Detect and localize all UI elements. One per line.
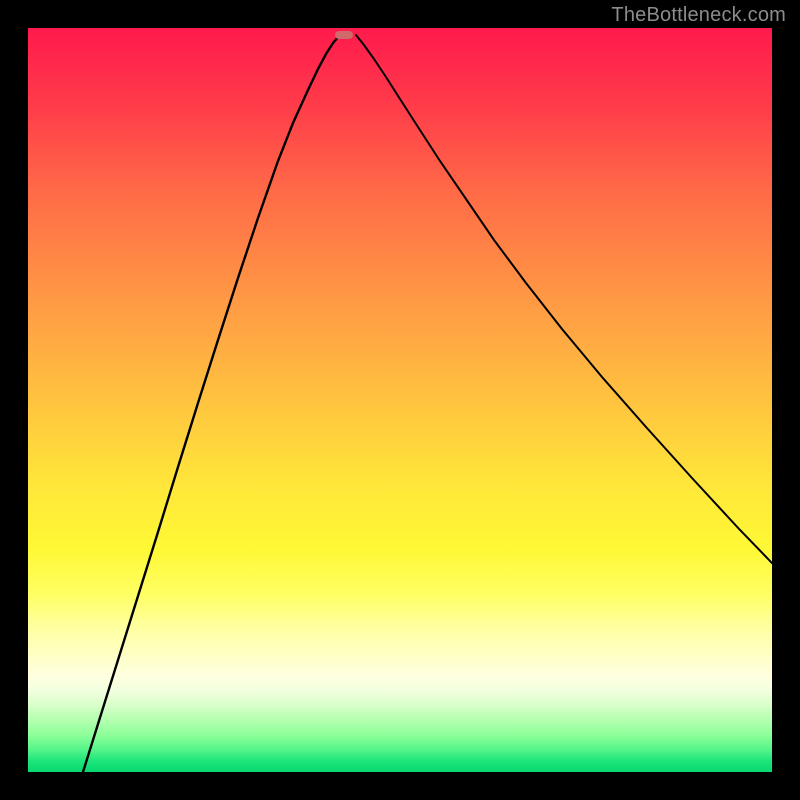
chart-frame: TheBottleneck.com bbox=[0, 0, 800, 800]
bottleneck-curve bbox=[28, 28, 772, 772]
minimum-marker bbox=[335, 31, 353, 39]
curve-right-branch bbox=[356, 35, 772, 563]
watermark-text: TheBottleneck.com bbox=[611, 4, 786, 27]
plot-area bbox=[28, 28, 772, 772]
curve-left-branch bbox=[83, 35, 340, 772]
